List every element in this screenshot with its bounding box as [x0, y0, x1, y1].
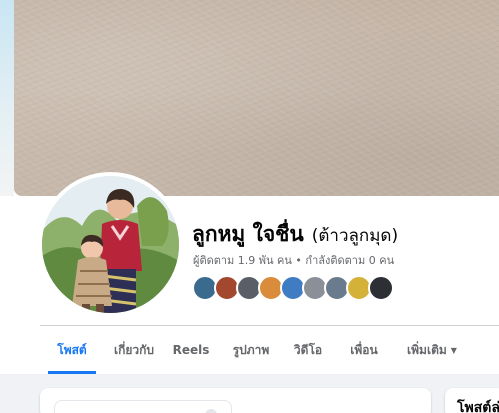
profile-photo-image [42, 176, 179, 313]
friend-avatar[interactable] [368, 275, 394, 301]
left-background-strip [0, 0, 14, 196]
profile-tabs: โพสต์ เกี่ยวกับ Reels รูปภาพ วิดีโอ เพื่… [40, 326, 499, 374]
tab-reels[interactable]: Reels [170, 326, 212, 374]
cover-texture [14, 0, 499, 196]
tab-friends[interactable]: เพื่อน [342, 326, 386, 374]
posts-card: โพสต์ล่ [445, 388, 499, 413]
followers-count[interactable]: ผู้ติดตาม 1.9 พัน คน • กำลังติดตาม 0 คน [193, 251, 394, 269]
profile-name: ลูกหมู ใจชื่น [192, 222, 304, 246]
profile-picture-frame[interactable] [38, 172, 183, 317]
profile-picture[interactable] [42, 176, 179, 313]
tab-photos[interactable]: รูปภาพ [224, 326, 278, 374]
tab-posts[interactable]: โพสต์ [48, 326, 96, 374]
tab-about[interactable]: เกี่ยวกับ [104, 326, 164, 374]
caret-down-icon: ▼ [450, 346, 457, 355]
profile-name-row: ลูกหมู ใจชื่น (ต้าวลูกมุด) [192, 218, 398, 251]
edit-icon[interactable] [205, 409, 217, 413]
intro-card-content [54, 400, 232, 413]
tab-more[interactable]: เพิ่มเติม ▼ [398, 326, 466, 374]
posts-card-title: โพสต์ล่ [457, 400, 499, 413]
tab-videos[interactable]: วิดีโอ [288, 326, 328, 374]
tab-more-label: เพิ่มเติม [407, 343, 447, 357]
profile-alternate-name: (ต้าวลูกมุด) [311, 226, 399, 246]
intro-card [40, 388, 431, 413]
cover-photo[interactable] [14, 0, 499, 196]
